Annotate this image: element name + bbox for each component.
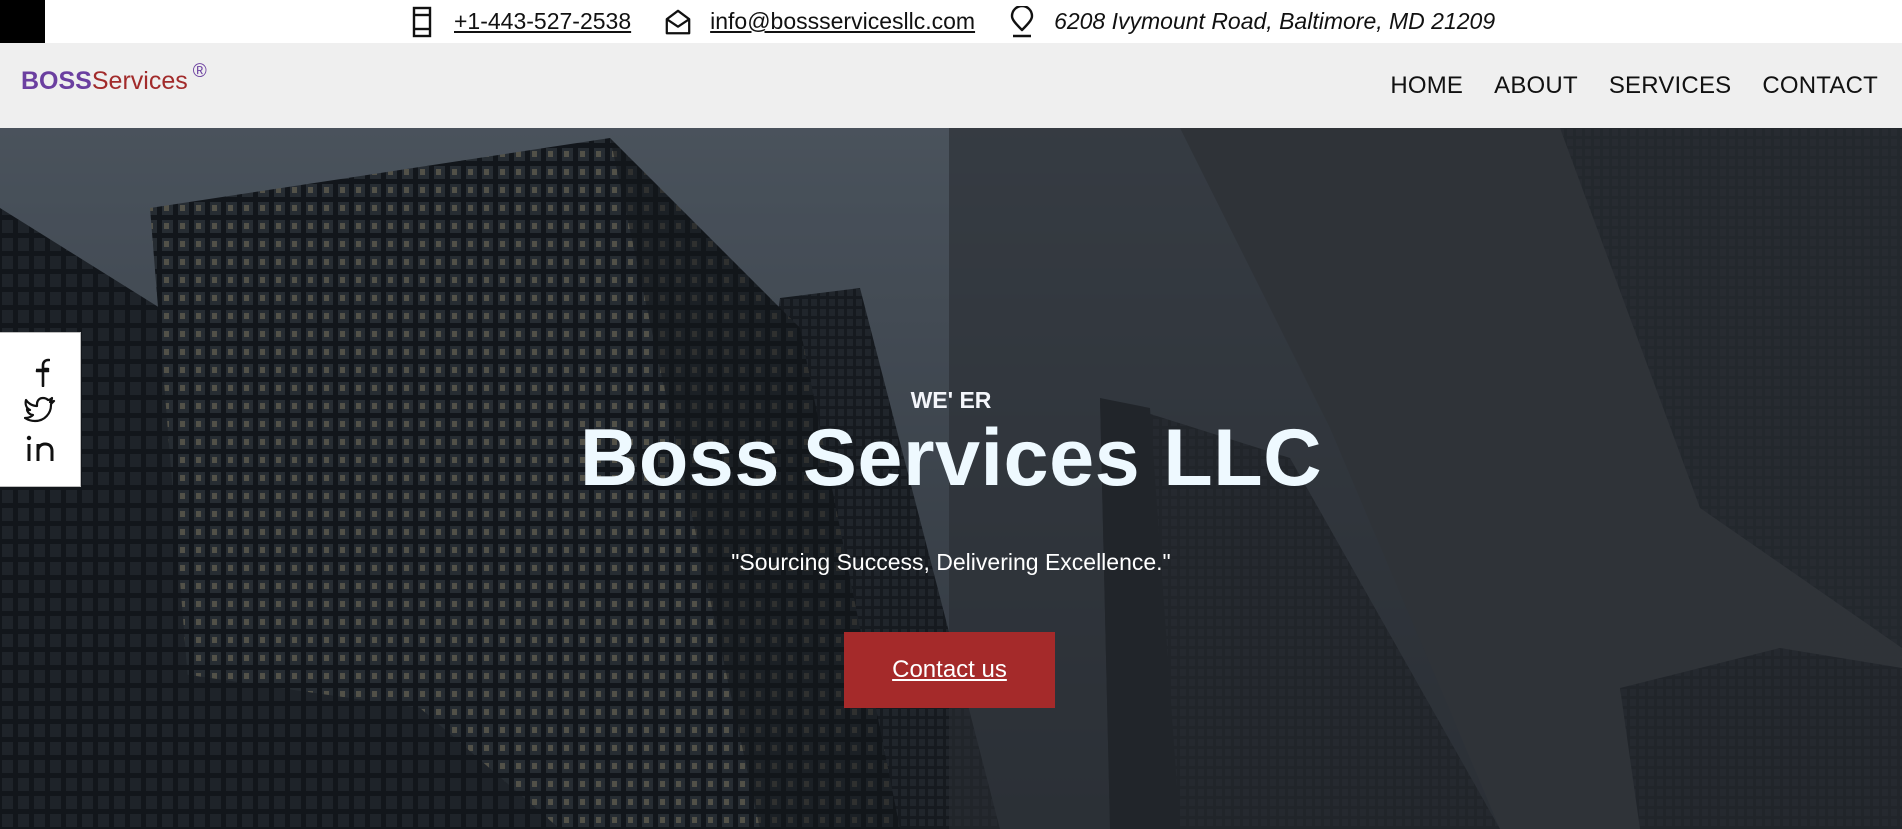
logo-services-text: Services — [91, 67, 188, 95]
address-text: 6208 Ivymount Road, Baltimore, MD 21209 — [1054, 8, 1496, 34]
nav-contact[interactable]: CONTACT — [1762, 72, 1878, 100]
nav-links: HOME ABOUT SERVICES CONTACT — [1359, 43, 1878, 128]
nav-home[interactable]: HOME — [1390, 72, 1463, 100]
contact-us-button[interactable]: Contact us — [844, 632, 1055, 708]
nav-services[interactable]: SERVICES — [1609, 72, 1732, 100]
linkedin-icon[interactable] — [23, 431, 57, 465]
logo-registered-mark: ® — [192, 61, 207, 82]
site-logo[interactable]: BOSSServices ® — [21, 62, 207, 95]
location-pin-icon — [1008, 5, 1036, 38]
hero-title: Boss Services LLC — [579, 413, 1323, 503]
hero-kicker: WE' ER — [910, 387, 992, 413]
main-navbar: BOSSServices ® HOME ABOUT SERVICES CONTAC… — [0, 43, 1902, 128]
phone-link[interactable]: +1-443-527-2538 — [454, 8, 631, 35]
topbar-corner-block — [0, 0, 45, 43]
envelope-icon — [664, 6, 692, 38]
contact-phone: +1-443-527-2538 — [408, 6, 631, 38]
topbar-contact-list: +1-443-527-2538 info@bossservicesllc.com… — [408, 0, 1528, 43]
phone-icon — [408, 6, 436, 38]
nav-about[interactable]: ABOUT — [1494, 72, 1578, 100]
social-rail — [0, 332, 81, 487]
facebook-icon[interactable] — [23, 355, 57, 389]
contact-address: 6208 Ivymount Road, Baltimore, MD 21209 — [1008, 5, 1496, 38]
top-contact-bar: +1-443-527-2538 info@bossservicesllc.com… — [0, 0, 1902, 43]
email-link[interactable]: info@bossservicesllc.com — [710, 8, 975, 35]
hero-section: WE' ER Boss Services LLC "Sourcing Succe… — [0, 128, 1902, 829]
twitter-icon[interactable] — [23, 393, 57, 427]
hero-tagline: "Sourcing Success, Delivering Excellence… — [731, 549, 1171, 575]
logo-boss-text: BOSS — [21, 67, 92, 95]
contact-email: info@bossservicesllc.com — [664, 6, 975, 38]
